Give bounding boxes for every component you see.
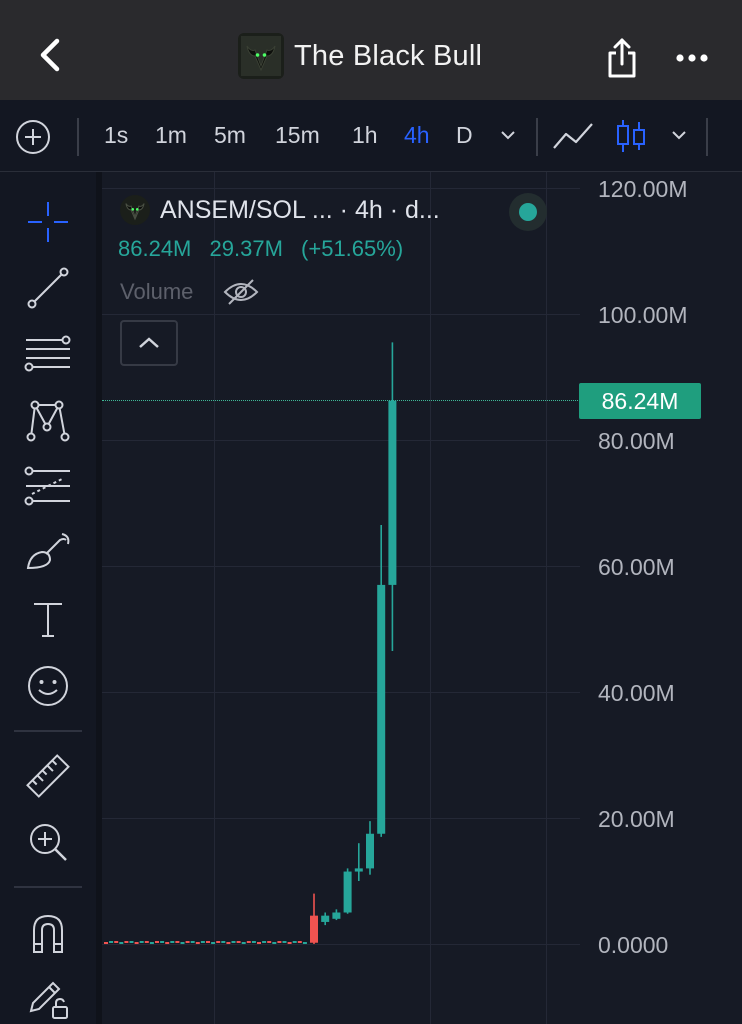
prediction-icon <box>24 466 70 506</box>
drawing-toolbar <box>0 172 96 1024</box>
chart-pane[interactable]: 120.00M 100.00M 80.00M 60.00M 40.00M 20.… <box>102 172 742 1024</box>
app-header: The Black Bull <box>0 0 742 100</box>
fib-tool[interactable] <box>24 330 72 378</box>
eye-off-icon <box>223 279 259 305</box>
last-price-label: 86.24M <box>579 383 701 419</box>
chevron-down-icon <box>672 131 686 140</box>
y-tick-label: 120.00M <box>598 176 688 202</box>
text-icon <box>34 603 62 637</box>
legend-change: 29.37M <box>209 236 283 261</box>
candle-body <box>366 833 374 869</box>
brush-icon <box>26 533 70 570</box>
ruler-icon <box>26 754 70 798</box>
legend-symbol: ANSEM/SOL ... · 4h · d... <box>160 195 440 224</box>
volume-legend[interactable]: Volume <box>120 278 259 306</box>
emoji-tool[interactable] <box>24 662 72 710</box>
zoom-in-icon <box>30 824 67 861</box>
candle-body <box>310 915 318 943</box>
candle-body <box>321 915 330 922</box>
page-title: The Black Bull <box>294 39 483 72</box>
timeframe-4h[interactable]: 4h <box>404 122 430 149</box>
chevron-down-icon <box>501 131 515 140</box>
legend-header[interactable]: ANSEM/SOL ... · 4h · d... <box>120 194 440 226</box>
y-tick-label: 0.0000 <box>598 932 669 958</box>
candlestick-icon <box>617 120 645 152</box>
y-tick-label: 80.00M <box>598 428 675 454</box>
timeframe-15m[interactable]: 15m <box>275 122 320 149</box>
toolbar-divider <box>706 118 708 156</box>
timeframe-d[interactable]: D <box>456 122 473 149</box>
emoji-icon <box>28 666 68 706</box>
chart-toolbar: 1s 1m 5m 15m 1h 4h D <box>0 100 742 172</box>
trend-line-tool[interactable] <box>24 264 72 312</box>
chevron-up-icon <box>139 337 159 348</box>
timeframe-dropdown[interactable] <box>497 124 519 146</box>
candle-body <box>332 912 341 919</box>
y-tick-label: 20.00M <box>598 806 675 832</box>
toolbar-divider <box>536 118 538 156</box>
legend-close: 86.24M <box>118 236 192 261</box>
more-icon <box>676 54 708 62</box>
magnet-icon <box>33 914 63 953</box>
timeframe-5m[interactable]: 5m <box>214 122 246 149</box>
market-status[interactable] <box>508 192 548 232</box>
pattern-icon <box>26 400 70 442</box>
fib-lines-icon <box>24 335 71 372</box>
line-chart-icon <box>553 123 593 149</box>
collapse-legend-button[interactable] <box>120 320 178 366</box>
legend-change-pct: (+51.65%) <box>301 236 404 261</box>
brush-tool[interactable] <box>24 528 72 576</box>
candle-body <box>354 868 363 872</box>
tool-divider <box>14 886 82 888</box>
candles-chart-button[interactable] <box>608 114 654 158</box>
candle-body <box>377 584 386 834</box>
crosshair-icon <box>28 202 68 242</box>
prediction-tool[interactable] <box>24 462 72 510</box>
status-dot-icon <box>509 193 547 231</box>
back-button[interactable] <box>28 30 72 80</box>
tool-divider <box>14 730 82 732</box>
magnet-tool[interactable] <box>24 910 72 958</box>
lock-draw-icon <box>29 981 68 1019</box>
pattern-tool[interactable] <box>24 396 72 444</box>
more-button[interactable] <box>668 36 716 80</box>
chart-type-dropdown[interactable] <box>668 124 690 146</box>
y-tick-label: 100.00M <box>598 302 688 328</box>
toolbar-divider <box>77 118 79 156</box>
share-icon <box>608 38 636 78</box>
hide-volume-button[interactable] <box>223 278 259 306</box>
line-chart-button[interactable] <box>550 114 596 158</box>
plus-circle-icon <box>16 120 50 154</box>
lock-drawings-tool[interactable] <box>24 974 72 1022</box>
ruler-tool[interactable] <box>24 752 72 800</box>
timeframe-1m[interactable]: 1m <box>155 122 187 149</box>
candle-body <box>388 400 397 585</box>
back-arrow-icon <box>40 38 60 72</box>
timeframe-1s[interactable]: 1s <box>104 122 128 149</box>
trend-line-icon <box>27 267 69 309</box>
text-tool[interactable] <box>24 596 72 644</box>
crosshair-tool[interactable] <box>24 198 72 246</box>
bull-logo-icon <box>238 33 284 79</box>
add-symbol-button[interactable] <box>14 118 52 156</box>
y-tick-label: 40.00M <box>598 680 675 706</box>
timeframe-1h[interactable]: 1h <box>352 122 378 149</box>
bull-logo-icon <box>120 195 150 225</box>
y-tick-label: 60.00M <box>598 554 675 580</box>
candle-body <box>343 871 352 913</box>
zoom-tool[interactable] <box>24 818 72 866</box>
volume-label: Volume <box>120 279 194 304</box>
header-title-group: The Black Bull <box>238 32 482 80</box>
legend-values: 86.24M 29.37M (+51.65%) <box>118 236 415 262</box>
share-button[interactable] <box>598 34 646 82</box>
